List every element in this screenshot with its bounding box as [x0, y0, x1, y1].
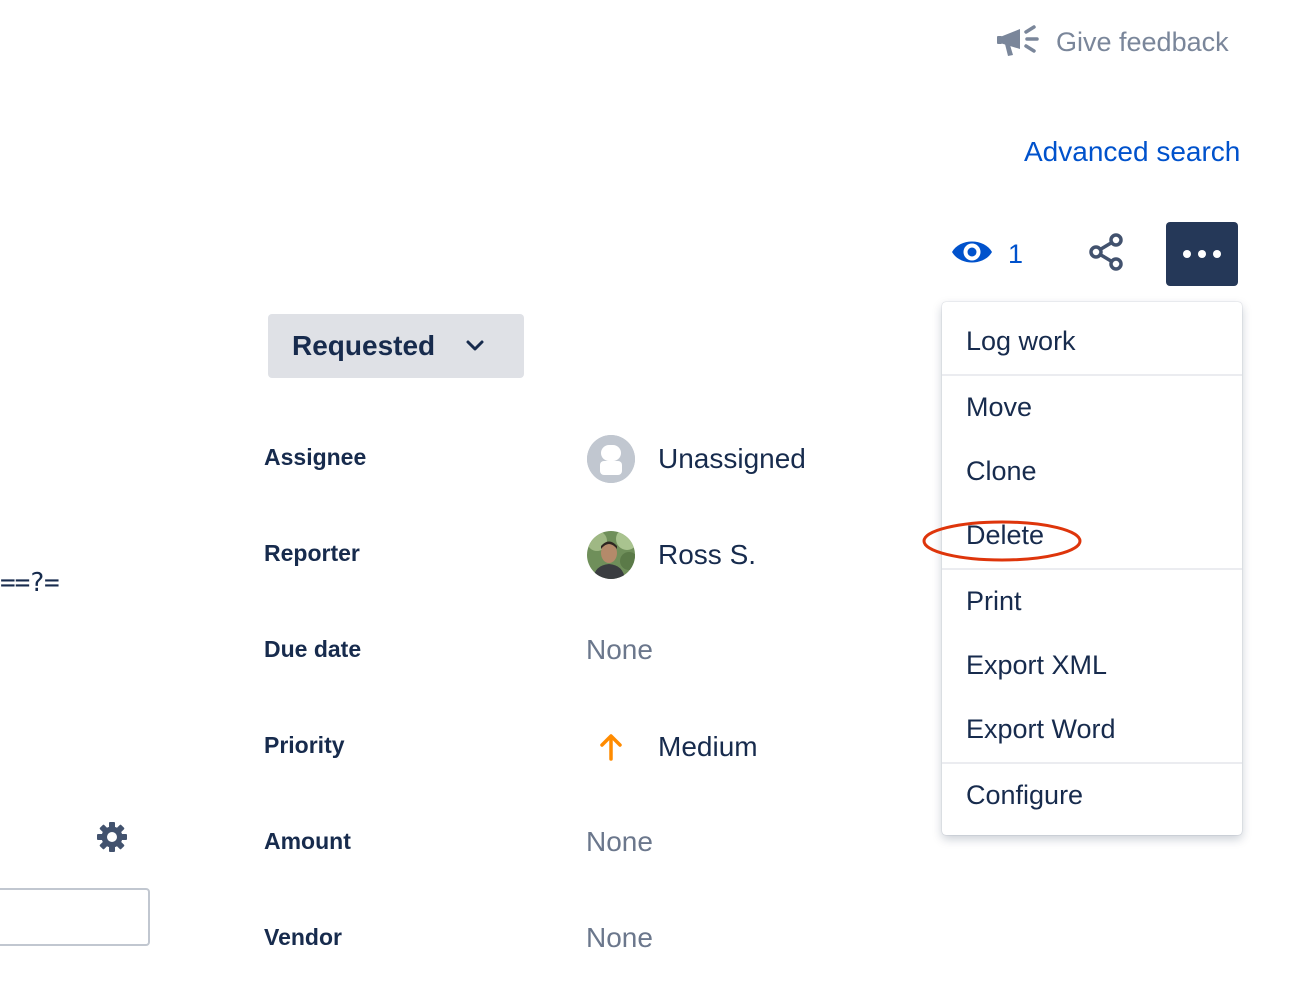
vendor-text: None: [586, 922, 653, 953]
more-actions-menu: Log work Move Clone Delete Print Export …: [942, 302, 1242, 835]
more-horizontal-icon: [1183, 250, 1191, 258]
assignee-name: Unassigned: [658, 443, 806, 474]
megaphone-icon: [996, 20, 1042, 65]
user-avatar-icon: [586, 434, 636, 484]
give-feedback-label: Give feedback: [1056, 26, 1229, 57]
share-button[interactable]: [1084, 232, 1128, 276]
reporter-value[interactable]: Ross S.: [586, 530, 756, 580]
chevron-down-icon: [465, 339, 485, 353]
watch-button[interactable]: 1: [950, 234, 1023, 274]
reporter-name: Ross S.: [658, 539, 757, 570]
truncated-text-fragment: ==?=: [0, 568, 60, 598]
comment-input-box[interactable]: [0, 888, 150, 946]
menu-item-configure[interactable]: Configure: [966, 780, 1083, 811]
gear-icon[interactable]: [96, 820, 128, 854]
menu-item-clone[interactable]: Clone: [966, 456, 1037, 487]
menu-item-log-work[interactable]: Log work: [966, 326, 1076, 357]
give-feedback-button[interactable]: Give feedback: [996, 22, 1229, 62]
assignee-label: Assignee: [264, 444, 367, 470]
menu-item-print[interactable]: Print: [966, 586, 1022, 617]
priority-label: Priority: [264, 732, 345, 758]
watch-count: 1: [1008, 238, 1024, 269]
amount-value[interactable]: None: [586, 826, 653, 858]
assignee-value[interactable]: Unassigned: [586, 434, 806, 484]
vendor-value[interactable]: None: [586, 922, 653, 954]
user-photo-avatar: [586, 530, 636, 580]
priority-text: Medium: [658, 731, 758, 762]
more-actions-button[interactable]: [1166, 222, 1238, 286]
menu-divider: [942, 568, 1242, 570]
amount-label: Amount: [264, 828, 351, 854]
status-dropdown[interactable]: Requested: [268, 314, 524, 378]
eye-icon: [950, 235, 994, 274]
share-icon: [1086, 232, 1126, 277]
menu-item-export-word[interactable]: Export Word: [966, 714, 1116, 745]
due-date-value[interactable]: None: [586, 634, 653, 666]
due-date-text: None: [586, 634, 653, 665]
menu-divider: [942, 762, 1242, 764]
due-date-label: Due date: [264, 636, 362, 662]
arrow-up-icon: [586, 722, 636, 772]
menu-item-move[interactable]: Move: [966, 392, 1032, 423]
menu-item-export-xml[interactable]: Export XML: [966, 650, 1107, 681]
status-label: Requested: [292, 330, 436, 361]
priority-value[interactable]: Medium: [586, 722, 758, 772]
amount-text: None: [586, 826, 653, 857]
menu-item-delete[interactable]: Delete: [966, 520, 1044, 551]
reporter-label: Reporter: [264, 540, 360, 566]
menu-divider: [942, 374, 1242, 376]
advanced-search-link[interactable]: Advanced search: [1024, 136, 1240, 168]
vendor-label: Vendor: [264, 924, 342, 950]
